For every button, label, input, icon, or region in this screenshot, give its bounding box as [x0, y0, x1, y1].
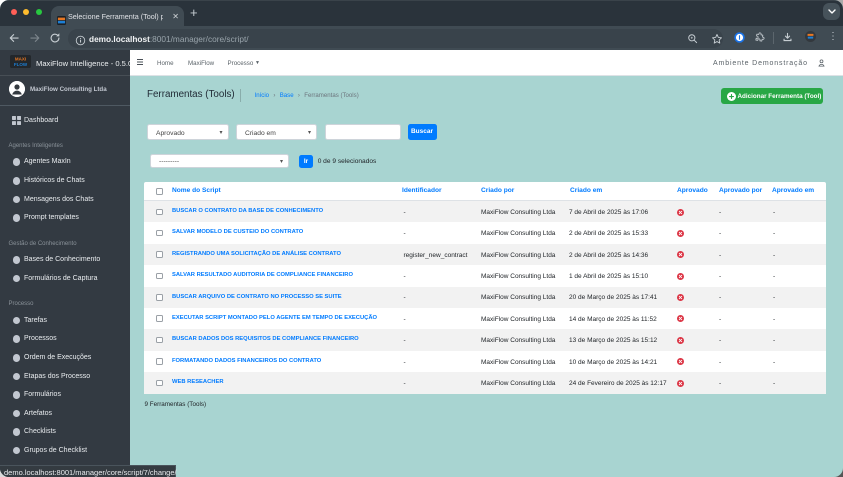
svg-text:FLOW: FLOW	[14, 62, 28, 67]
svg-text:MAXI: MAXI	[15, 57, 26, 62]
